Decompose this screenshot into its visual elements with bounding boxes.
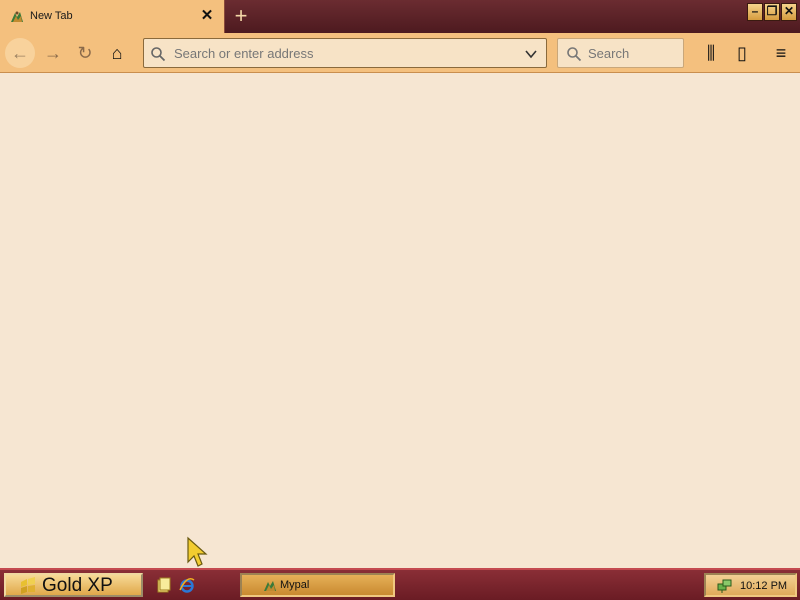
window-maximize-button[interactable]: ❐ — [764, 3, 780, 21]
navigation-toolbar: ← → ↻ ⌂ ⫼ ▯ ≡ — [0, 33, 800, 73]
home-icon: ⌂ — [111, 43, 123, 63]
back-button[interactable]: ← — [5, 38, 35, 68]
search-icon — [567, 47, 582, 62]
address-input[interactable] — [174, 43, 514, 63]
start-label: Gold XP — [42, 575, 113, 596]
library-icon: ⫼ — [706, 43, 716, 63]
taskbar-item-mypal[interactable]: Mypal — [240, 573, 395, 597]
back-arrow-icon: ← — [11, 43, 29, 63]
clock[interactable]: 10:12 PM — [740, 580, 787, 592]
internet-explorer-icon[interactable] — [179, 577, 195, 593]
window-close-button[interactable]: ✕ — [781, 3, 797, 21]
sidebar-icon: ▯ — [737, 43, 747, 63]
hamburger-menu-icon: ≡ — [775, 43, 787, 63]
window-minimize-button[interactable]: – — [747, 3, 763, 21]
forward-button[interactable]: → — [38, 38, 68, 68]
search-icon — [151, 47, 166, 62]
windows-logo-icon — [21, 577, 35, 594]
library-button[interactable]: ⫼ — [696, 38, 726, 68]
home-button[interactable]: ⌂ — [102, 38, 132, 68]
chevron-down-icon[interactable] — [524, 48, 538, 60]
forward-arrow-icon: → — [44, 43, 62, 63]
title-bar: New Tab ✕ + – ❐ ✕ — [0, 0, 800, 34]
tab-title: New Tab — [30, 10, 73, 22]
folder-icon[interactable] — [156, 577, 172, 593]
address-bar[interactable] — [143, 38, 547, 68]
tab-close-icon[interactable]: ✕ — [199, 8, 215, 24]
page-content[interactable] — [0, 74, 800, 568]
search-input[interactable] — [588, 43, 678, 63]
taskbar-item-label: Mypal — [280, 579, 310, 591]
taskbar: Gold XP Mypal 10:12 PM — [0, 568, 800, 600]
reload-icon: ↻ — [77, 43, 93, 63]
mouse-cursor-icon — [187, 536, 208, 567]
mypal-logo-icon — [264, 581, 276, 591]
reload-button[interactable]: ↻ — [70, 38, 100, 68]
mypal-logo-icon — [11, 11, 23, 22]
network-icon[interactable] — [717, 578, 733, 594]
menu-button[interactable]: ≡ — [766, 38, 796, 68]
search-bar[interactable] — [557, 38, 684, 68]
tab-new-tab[interactable]: New Tab ✕ — [0, 0, 225, 34]
system-tray: 10:12 PM — [704, 573, 797, 597]
start-button[interactable]: Gold XP — [4, 573, 143, 597]
new-tab-button[interactable]: + — [229, 4, 253, 28]
sidebar-toggle-button[interactable]: ▯ — [727, 38, 757, 68]
